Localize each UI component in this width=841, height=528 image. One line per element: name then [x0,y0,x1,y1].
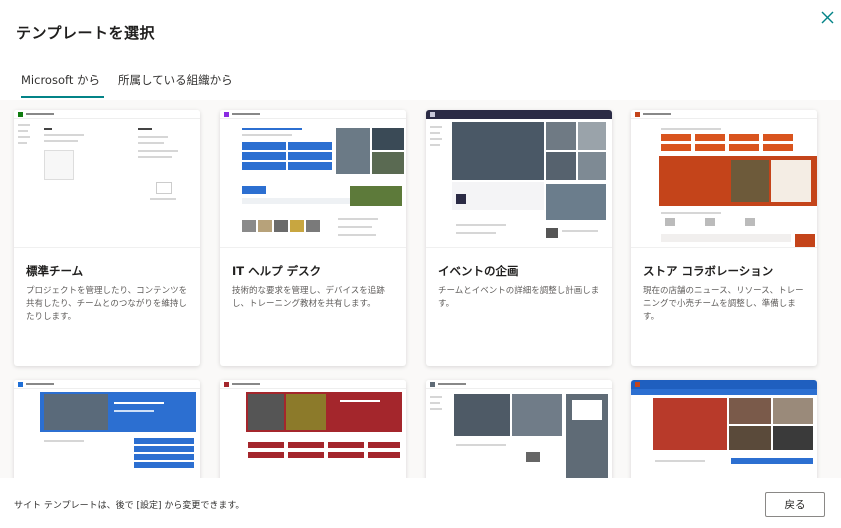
dialog-title: テンプレートを選択 [16,24,156,42]
template-grid: 標準チーム プロジェクトを管理したり、コンテンツを共有したり、チームとのつながり… [0,100,841,478]
template-thumbnail [14,380,200,478]
template-thumbnail [220,110,406,248]
template-thumbnail [426,110,612,248]
template-card-training[interactable] [14,380,200,478]
template-title: IT ヘルプ デスク [232,264,322,278]
footer-note: サイト テンプレートは、後で [設定] から変更できます。 [14,501,245,511]
template-description: 技術的な要求を管理し、デバイスを追跡し、トレーニング教材を共有します。 [232,286,385,309]
template-thumbnail [220,380,406,478]
template-description: 現在の店舗のニュース、リソース、トレーニングで小売チームを調整し、準備します。 [643,286,804,322]
template-card-store-collaboration[interactable]: ストア コラボレーション 現在の店舗のニュース、リソース、トレーニングで小売チー… [631,110,817,366]
template-title: 標準チーム [26,264,84,278]
template-card-project[interactable] [426,380,612,478]
template-card-event-planning[interactable]: イベントの企画 チームとイベントの詳細を調整し計画します。 [426,110,612,366]
template-title: ストア コラボレーション [643,264,774,278]
template-card-it-help-desk[interactable]: IT ヘルプ デスク 技術的な要求を管理し、デバイスを追跡し、トレーニング教材を… [220,110,406,366]
template-description: チームとイベントの詳細を調整し計画します。 [438,286,600,309]
template-thumbnail [631,380,817,478]
tab-microsoft[interactable]: Microsoft から [13,70,108,98]
template-description: プロジェクトを管理したり、コンテンツを共有したり、チームとのつながりを維持したり… [26,286,188,322]
back-button[interactable]: 戻る [765,492,825,517]
template-title: イベントの企画 [438,264,519,278]
template-picker-dialog: テンプレートを選択 Microsoft から 所属している組織から 標準チーム … [0,0,841,528]
tab-organization[interactable]: 所属している組織から [110,70,241,98]
template-card-crimson[interactable] [220,380,406,478]
close-icon [821,11,834,24]
close-button[interactable] [818,8,838,28]
template-thumbnail [426,380,612,478]
template-thumbnail [631,110,817,248]
template-thumbnail [14,110,200,248]
template-card-standard-team[interactable]: 標準チーム プロジェクトを管理したり、コンテンツを共有したり、チームとのつながり… [14,110,200,366]
source-tabs: Microsoft から 所属している組織から [13,70,241,98]
template-card-blue-site[interactable] [631,380,817,478]
